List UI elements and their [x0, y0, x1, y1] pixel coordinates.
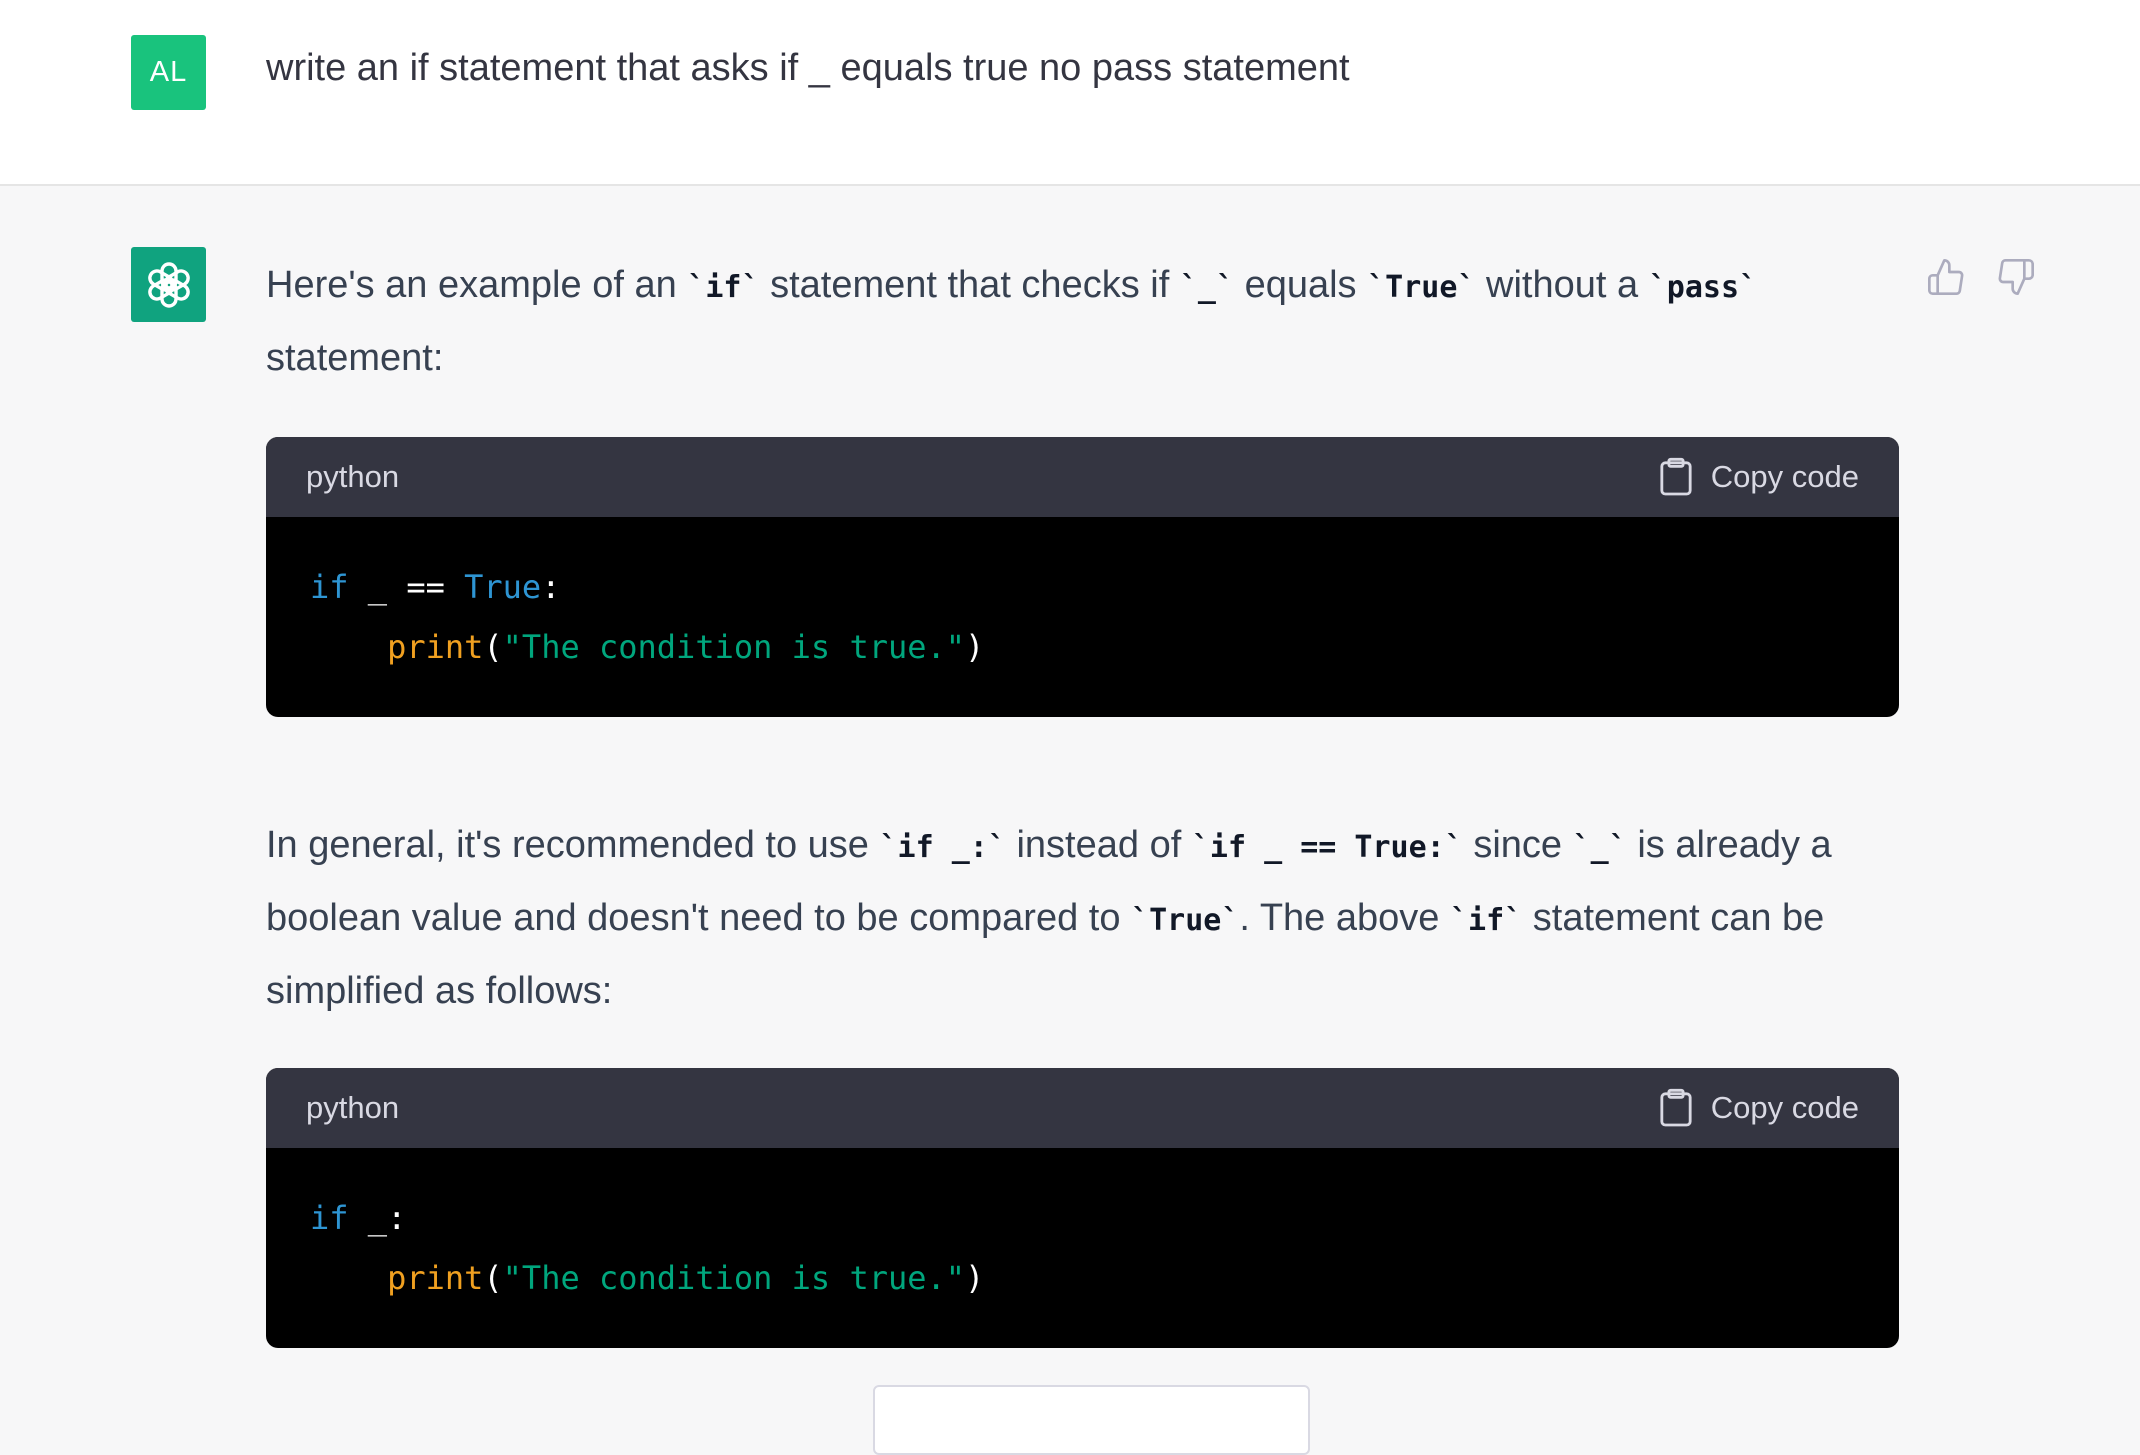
text-span: instead of: [1005, 824, 1192, 866]
inline-code: `pass`: [1648, 270, 1758, 305]
code-line: if _:: [310, 1188, 1855, 1248]
inline-code: `_`: [1179, 270, 1235, 305]
text-span: since: [1462, 824, 1573, 866]
code-text: (: [483, 628, 503, 666]
clipboard-icon: [1660, 457, 1692, 496]
code-line: print("The condition is true."): [310, 1248, 1855, 1308]
copy-code-button[interactable]: Copy code: [1659, 1088, 1859, 1128]
text-span: equals: [1234, 264, 1368, 306]
text-span: . The above: [1239, 897, 1450, 939]
code-text: :: [541, 568, 561, 606]
assistant-paragraph-2: In general, it's recommended to use `if …: [266, 810, 1896, 1026]
code-text: ): [965, 1259, 985, 1297]
inline-code: `if`: [687, 270, 760, 305]
thumbs-down-icon[interactable]: [1996, 256, 2036, 298]
code-language-label: python: [306, 1090, 400, 1125]
code-keyword: if: [310, 1199, 349, 1237]
inline-code: `_`: [1572, 830, 1627, 865]
text-span: statement:: [266, 337, 444, 379]
code-line: print("The condition is true."): [310, 617, 1855, 677]
inline-code: `True`: [1131, 903, 1240, 938]
code-text: ): [965, 628, 985, 666]
text-span: without a: [1475, 264, 1649, 306]
feedback-buttons: [1926, 256, 2036, 298]
code-keyword: True: [464, 568, 542, 606]
code-keyword: if: [310, 568, 349, 606]
text-span: Here's an example of an: [266, 264, 688, 306]
code-text: _:: [348, 1199, 407, 1237]
code-text: (: [483, 1259, 503, 1297]
assistant-paragraph-1: Here's an example of an `if` statement t…: [266, 250, 1896, 393]
user-avatar-initials: AL: [149, 56, 188, 88]
regenerate-response-button[interactable]: [873, 1385, 1310, 1455]
code-line: if _ == True:: [310, 557, 1855, 617]
code-string: "The condition is true.": [502, 1259, 966, 1297]
code-block-2: python Copy code if _: print("The condit…: [266, 1068, 1899, 1348]
user-message-row: AL write an if statement that asks if _ …: [0, 0, 2140, 186]
inline-code: `if _:`: [879, 830, 1006, 865]
thumbs-up-icon[interactable]: [1926, 256, 1966, 298]
code-block-1: python Copy code if _ == True: print("Th…: [266, 437, 1899, 717]
inline-code: `True`: [1367, 270, 1476, 305]
inline-code: `if`: [1449, 903, 1523, 938]
text-span: In general, it's recommended to use: [266, 824, 880, 866]
code-content: if _: print("The condition is true."): [266, 1148, 1899, 1348]
inline-code: `if _ == True:`: [1191, 830, 1463, 865]
code-text: _ ==: [348, 568, 465, 606]
copy-code-label: Copy code: [1710, 1090, 1859, 1125]
openai-logo-icon: [147, 261, 190, 308]
code-block-header: python Copy code: [266, 437, 1899, 517]
code-content: if _ == True: print("The condition is tr…: [266, 517, 1899, 717]
code-language-label: python: [306, 459, 400, 494]
user-avatar: AL: [131, 35, 206, 110]
text-span: statement that checks if: [759, 264, 1180, 306]
code-block-header: python Copy code: [266, 1068, 1899, 1148]
code-string: "The condition is true.": [502, 628, 966, 666]
clipboard-icon: [1660, 1088, 1692, 1127]
copy-code-button[interactable]: Copy code: [1659, 457, 1859, 497]
assistant-avatar: [131, 247, 206, 322]
copy-code-label: Copy code: [1710, 459, 1859, 494]
user-message-text: write an if statement that asks if _ equ…: [266, 47, 1350, 89]
code-function: print: [387, 628, 484, 666]
code-function: print: [387, 1259, 484, 1297]
